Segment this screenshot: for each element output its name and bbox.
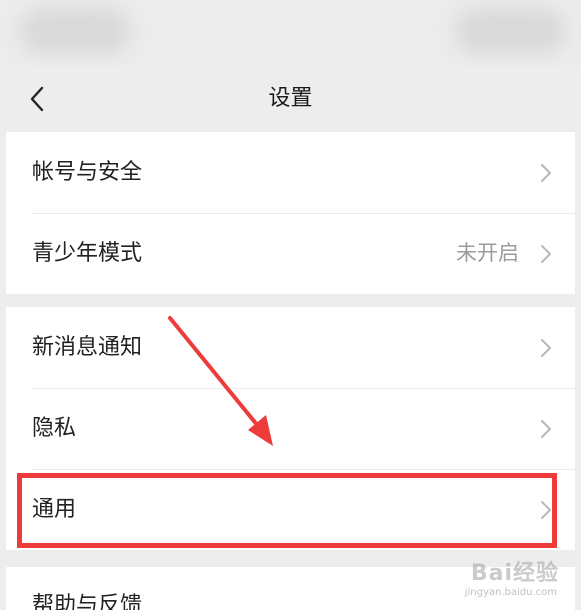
settings-group-account: 帐号与安全 青少年模式 未开启 [6, 132, 575, 294]
chevron-right-icon [541, 501, 551, 519]
settings-item-label: 帐号与安全 [32, 160, 143, 185]
settings-item-label: 帮助与反馈 [32, 593, 143, 610]
settings-screen: 设置 帐号与安全 青少年模式 未开启 新消息通知 隐私 通用 帮助与反馈 Bai… [0, 0, 581, 610]
settings-item-label: 隐私 [32, 416, 77, 441]
settings-item-notifications[interactable]: 新消息通知 [6, 307, 575, 388]
settings-group-general: 新消息通知 隐私 通用 [6, 307, 575, 550]
chevron-right-icon [541, 339, 551, 357]
chevron-right-icon [541, 245, 551, 263]
page-title: 设置 [268, 86, 313, 111]
settings-item-privacy[interactable]: 隐私 [6, 388, 575, 469]
chevron-right-icon [541, 164, 551, 182]
settings-item-value: 未开启 [456, 241, 519, 265]
chevron-left-icon [30, 86, 44, 112]
status-bar-left-blurred [20, 8, 130, 54]
status-bar-right-blurred [455, 8, 565, 54]
settings-item-label: 新消息通知 [32, 335, 143, 360]
back-button[interactable] [24, 84, 54, 114]
settings-item-label: 青少年模式 [32, 241, 143, 266]
navigation-bar: 设置 [0, 66, 581, 132]
settings-item-label: 通用 [32, 497, 77, 522]
settings-item-help-feedback[interactable]: 帮助与反馈 [6, 567, 575, 610]
status-bar [0, 0, 581, 66]
settings-item-teen-mode[interactable]: 青少年模式 未开启 [6, 213, 575, 294]
settings-item-account-security[interactable]: 帐号与安全 [6, 132, 575, 213]
settings-item-general[interactable]: 通用 [6, 469, 575, 550]
chevron-right-icon [541, 420, 551, 438]
